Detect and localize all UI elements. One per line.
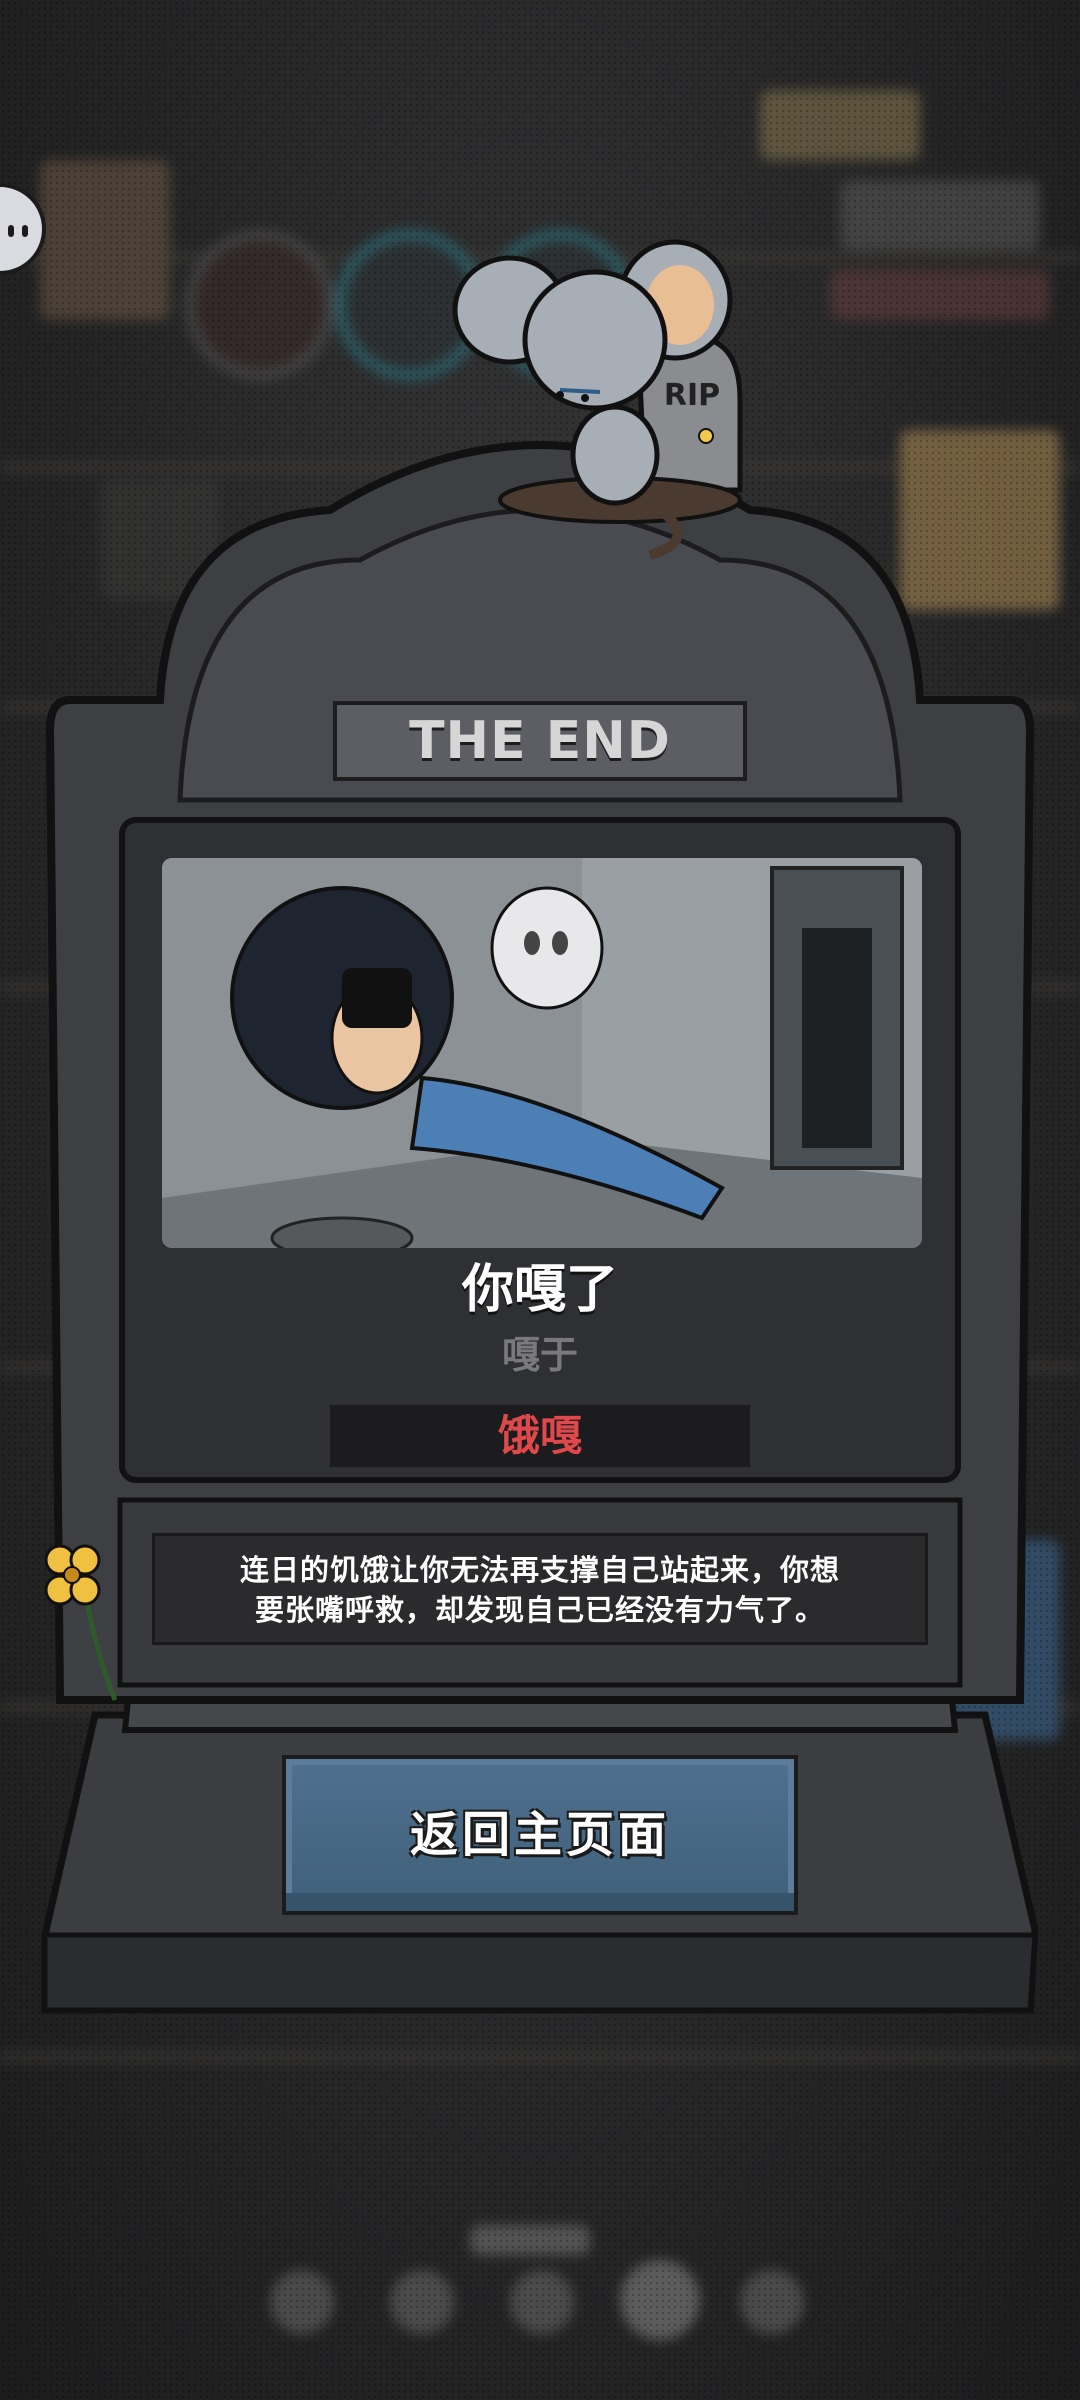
flower-icon	[698, 428, 714, 444]
game-over-screen: RIP THE END 你嘎了 嘎于 饿嘎 连日的饥饿让你无法再支撑自己站起来，…	[0, 0, 1080, 2400]
death-description: 连日的饥饿让你无法再支撑自己站起来，你想 要张嘴呼救，却发现自己已经没有力气了。	[152, 1533, 928, 1645]
description-line-1: 连日的饥饿让你无法再支撑自己站起来，你想	[239, 1553, 840, 1587]
death-cause: 饿嘎	[330, 1405, 750, 1467]
death-scene-illustration	[162, 858, 922, 1248]
the-end-title: THE END	[409, 711, 671, 771]
rip-text: RIP	[664, 378, 720, 413]
ghost-bubble	[490, 886, 604, 1010]
return-home-label: 返回主页面	[409, 1807, 670, 1863]
death-subtitle: 嘎于	[501, 1333, 578, 1377]
description-line-2: 要张嘴呼救，却发现自己已经没有力气了。	[254, 1593, 825, 1627]
death-title: 你嘎了	[461, 1260, 618, 1320]
button-edge	[286, 1893, 794, 1911]
return-home-button[interactable]: 返回主页面	[282, 1755, 798, 1915]
